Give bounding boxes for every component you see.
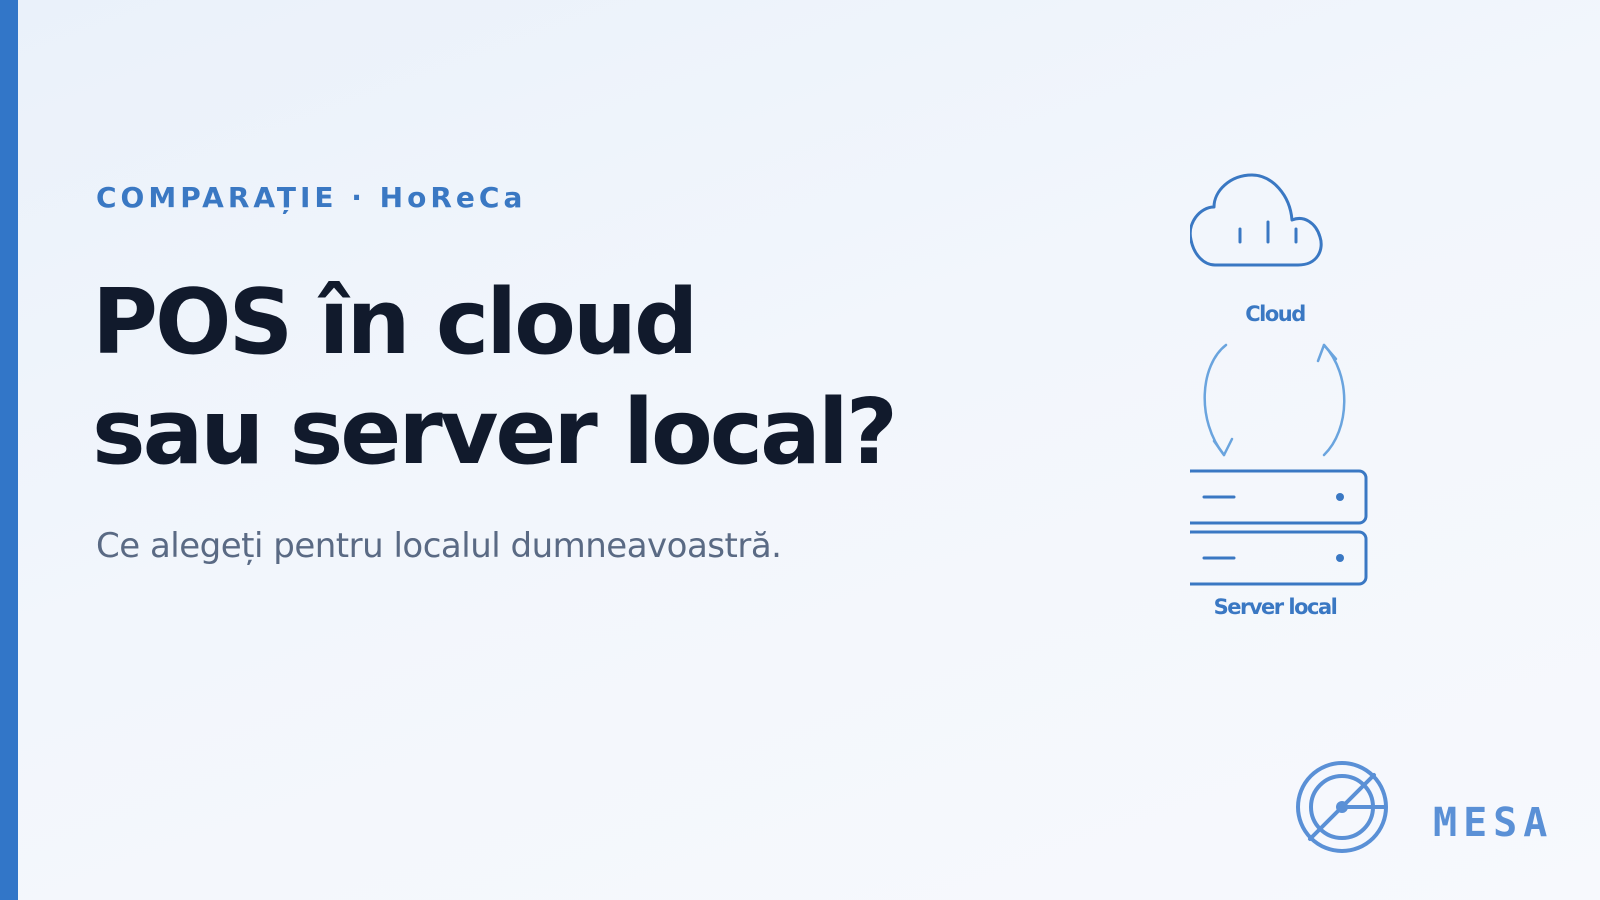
sync-arrows-icon xyxy=(1203,343,1346,457)
page-title: POS în cloud sau server local? xyxy=(92,268,898,488)
title-line-1: POS în cloud xyxy=(92,270,698,375)
eyebrow-label: COMPARAȚIE · HoReCa xyxy=(96,181,527,214)
mesa-logo-icon xyxy=(1296,761,1388,853)
server-icon xyxy=(1182,469,1368,586)
accent-bar xyxy=(0,0,18,900)
logo-text: MESA xyxy=(1433,800,1554,846)
cloud-label: Cloud xyxy=(1245,302,1306,326)
diagram-graphic xyxy=(1182,173,1368,586)
cloud-server-diagram: Cloud Server local xyxy=(1182,165,1410,645)
title-line-2: sau server local? xyxy=(92,380,898,485)
server-label: Server local xyxy=(1213,595,1338,619)
cloud-icon xyxy=(1188,173,1323,267)
subtitle: Ce alegeți pentru localul dumneavoastră. xyxy=(96,526,782,566)
